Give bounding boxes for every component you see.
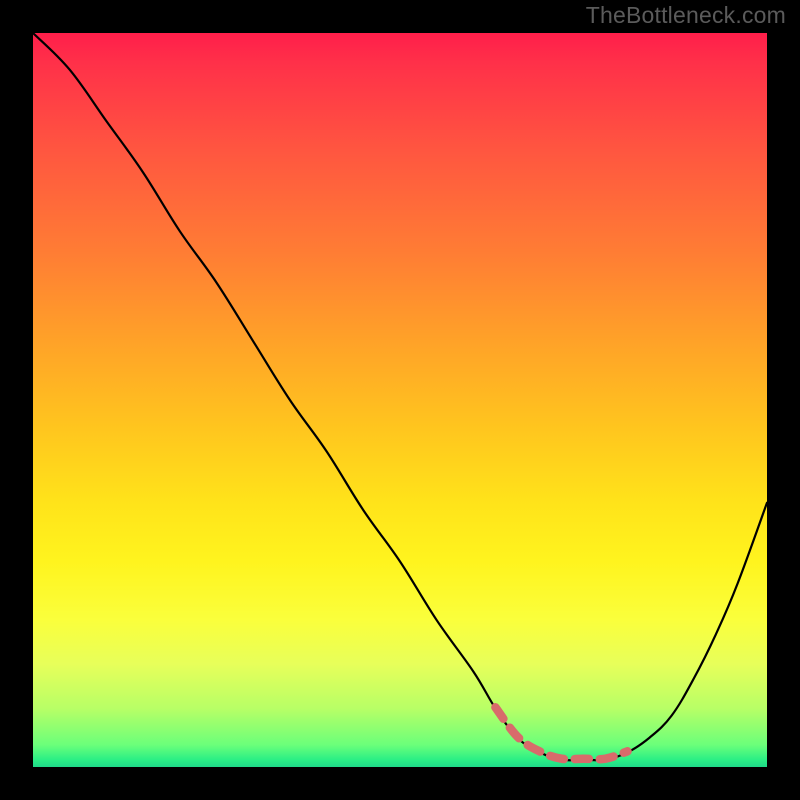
curve-path bbox=[33, 33, 767, 760]
chart-frame: TheBottleneck.com bbox=[0, 0, 800, 800]
marker-dashes bbox=[495, 707, 627, 759]
plot-area bbox=[33, 33, 767, 767]
watermark-text: TheBottleneck.com bbox=[586, 2, 786, 29]
bottleneck-curve-svg bbox=[33, 33, 767, 767]
